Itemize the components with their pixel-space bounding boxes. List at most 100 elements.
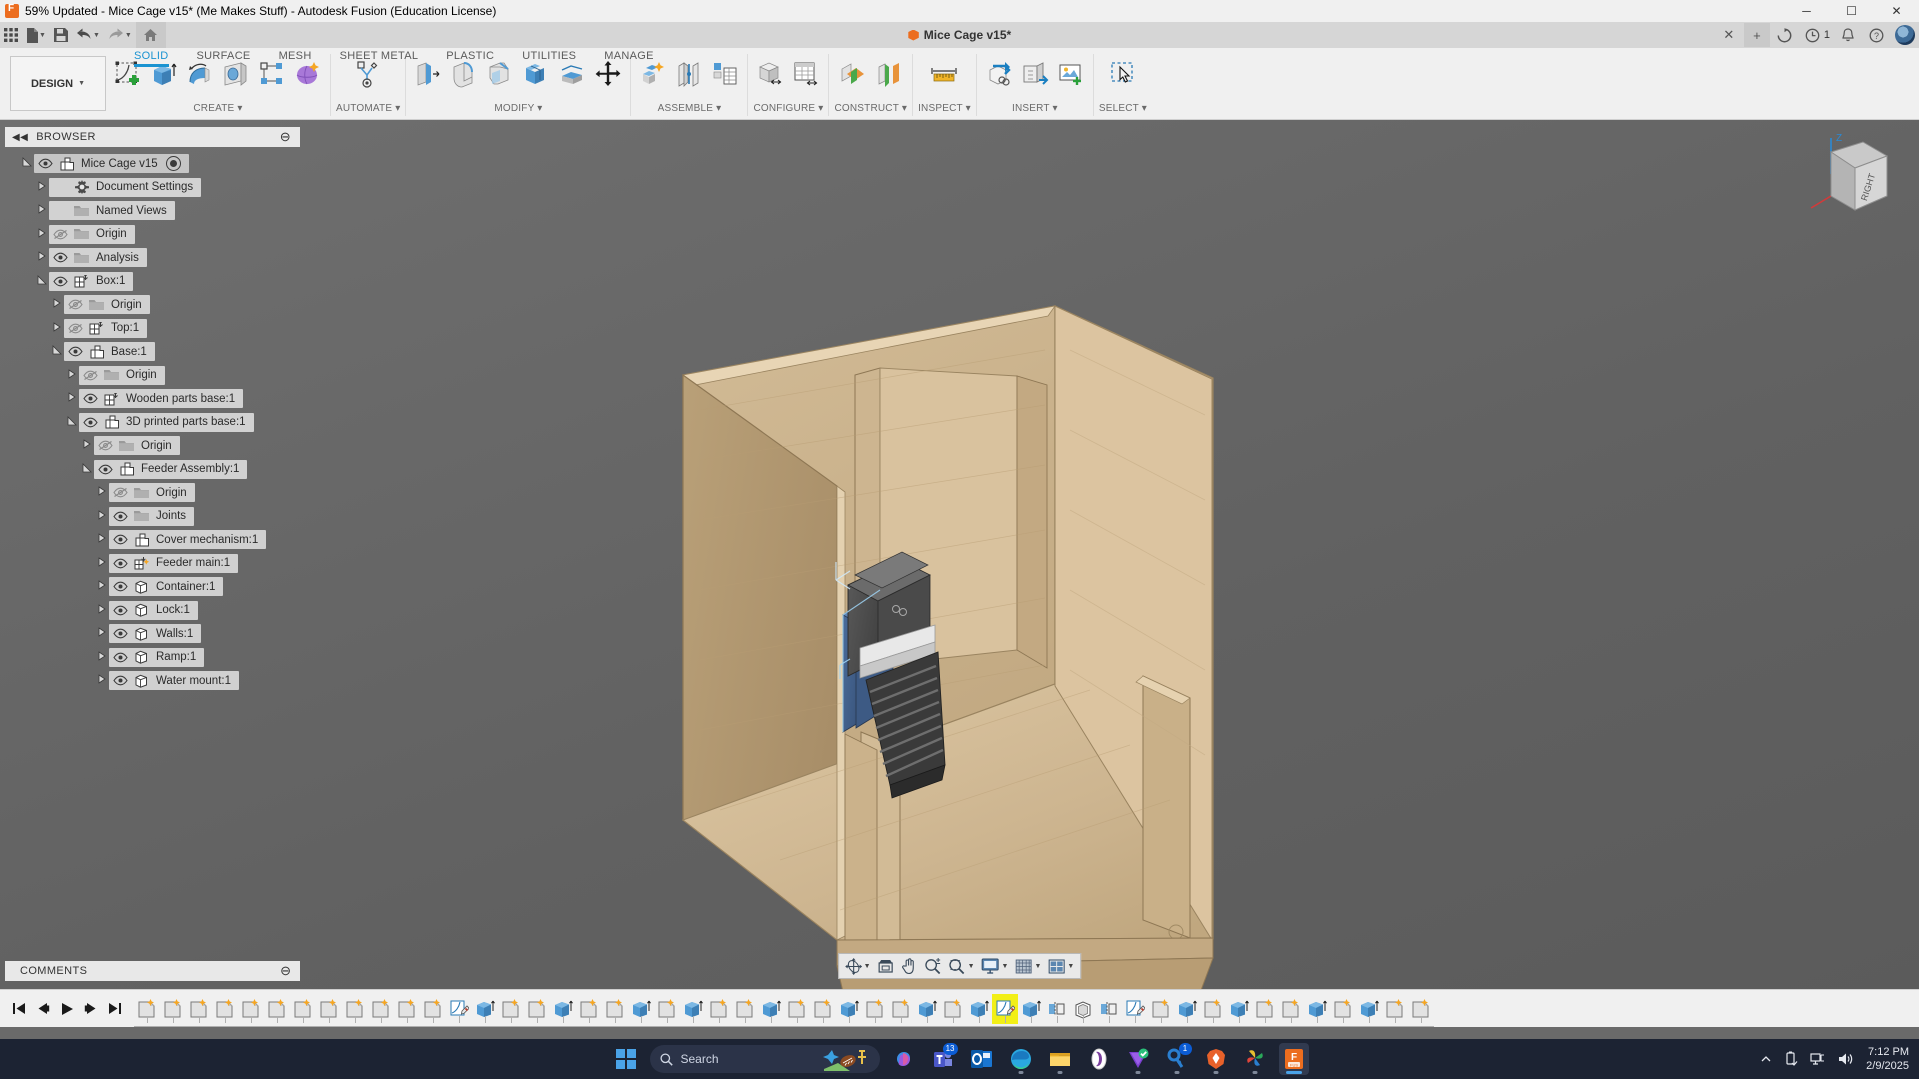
tree-item[interactable]: Lock:1 <box>109 600 198 620</box>
tree-row[interactable]: Lock:1 <box>0 599 310 623</box>
timeline-feature[interactable] <box>134 994 160 1024</box>
orbit-caret[interactable]: ▼ <box>864 963 871 970</box>
timeline-feature[interactable] <box>1044 994 1070 1024</box>
tree-row[interactable]: Top:1 <box>0 317 310 341</box>
timeline-feature[interactable] <box>1096 994 1122 1024</box>
display-caret[interactable]: ▼ <box>1002 963 1009 970</box>
tree-item[interactable]: Wooden parts base:1 <box>79 389 244 409</box>
panel-label-assemble[interactable]: ASSEMBLE ▾ <box>658 103 722 116</box>
tree-item[interactable]: Container:1 <box>109 577 224 597</box>
select-icon[interactable] <box>1106 54 1140 94</box>
eye-hidden-icon[interactable] <box>64 323 86 334</box>
timeline-feature[interactable] <box>1148 994 1174 1024</box>
expand-arrow-icon[interactable] <box>35 204 49 217</box>
timeline-feature[interactable] <box>1382 994 1408 1024</box>
offset-plane-icon[interactable] <box>836 54 870 94</box>
tree-item[interactable]: Named Views <box>49 201 175 221</box>
expand-arrow-icon[interactable] <box>95 580 109 593</box>
tree-item[interactable]: Cover mechanism:1 <box>109 530 267 550</box>
play-button[interactable] <box>58 999 76 1019</box>
timeline-feature[interactable] <box>1330 994 1356 1024</box>
timeline-track[interactable] <box>134 990 1434 1028</box>
plane-at-angle-icon[interactable] <box>872 54 906 94</box>
step-forward-button[interactable] <box>82 999 100 1019</box>
timeline-feature[interactable] <box>1356 994 1382 1024</box>
expand-arrow-icon[interactable] <box>50 298 64 311</box>
clock[interactable]: 7:12 PM 2/9/2025 <box>1866 1045 1909 1073</box>
eye-hidden-icon[interactable] <box>79 370 101 381</box>
tree-row[interactable]: Origin <box>0 293 310 317</box>
expand-arrow-icon[interactable] <box>95 627 109 640</box>
timeline-feature[interactable] <box>810 994 836 1024</box>
expand-arrow-icon[interactable] <box>50 322 64 335</box>
timeline-feature[interactable] <box>316 994 342 1024</box>
ribbon-tab-mesh[interactable]: MESH <box>265 48 326 66</box>
tree-row[interactable]: Feeder main:1 <box>0 552 310 576</box>
timeline-feature[interactable] <box>498 994 524 1024</box>
timeline-feature[interactable] <box>420 994 446 1024</box>
tree-item[interactable]: Document Settings <box>49 177 202 197</box>
redo-caret[interactable]: ▼ <box>125 32 132 39</box>
timeline-feature[interactable] <box>1304 994 1330 1024</box>
timeline-feature[interactable] <box>342 994 368 1024</box>
panel-label-create[interactable]: CREATE ▾ <box>193 103 242 116</box>
browser-collapse-icon[interactable]: ◀◀ <box>12 132 28 143</box>
maximize-button[interactable]: ☐ <box>1829 0 1874 22</box>
timeline-feature[interactable] <box>888 994 914 1024</box>
expand-arrow-icon[interactable] <box>95 651 109 664</box>
undo-icon[interactable]: ▼ <box>72 22 104 48</box>
collapse-arrow-icon[interactable] <box>65 415 79 429</box>
home-icon[interactable] <box>135 22 166 48</box>
show-hidden-icons[interactable] <box>1760 1053 1772 1065</box>
tree-item[interactable]: Origin <box>94 436 180 456</box>
tree-row[interactable]: 3D printed parts base:1 <box>0 411 310 435</box>
timeline-feature[interactable] <box>1408 994 1434 1024</box>
expand-arrow-icon[interactable] <box>35 181 49 194</box>
eye-visible-icon[interactable] <box>109 605 131 616</box>
network-icon[interactable] <box>1810 1052 1826 1066</box>
view-cube[interactable]: Z RIGHT <box>1789 130 1899 240</box>
timeline-feature[interactable] <box>1174 994 1200 1024</box>
grid-snaps-icon[interactable]: ▼ <box>1012 955 1044 977</box>
key-icon[interactable]: 1 <box>1162 1043 1192 1075</box>
fusion-icon[interactable]: F FUS <box>1278 1043 1309 1075</box>
refresh-icon[interactable] <box>1772 23 1798 47</box>
go-to-end-button[interactable] <box>106 999 124 1019</box>
tree-row[interactable]: Mice Cage v15 <box>0 152 310 176</box>
vector-icon[interactable] <box>1123 1043 1153 1075</box>
panel-label-construct[interactable]: CONSTRUCT ▾ <box>834 103 907 116</box>
eye-visible-icon[interactable] <box>109 652 131 663</box>
tree-item[interactable]: Walls:1 <box>109 624 202 644</box>
expand-arrow-icon[interactable] <box>80 439 94 452</box>
timeline-feature[interactable] <box>680 994 706 1024</box>
timeline-feature[interactable] <box>654 994 680 1024</box>
timeline-feature[interactable] <box>1278 994 1304 1024</box>
tree-row[interactable]: Joints <box>0 505 310 529</box>
timeline-feature[interactable] <box>394 994 420 1024</box>
eye-visible-icon[interactable] <box>109 534 131 545</box>
display-settings-icon[interactable]: ▼ <box>979 955 1012 977</box>
tree-item[interactable]: Origin <box>49 224 135 244</box>
timeline-feature[interactable] <box>914 994 940 1024</box>
usb-icon[interactable] <box>1784 1051 1798 1067</box>
timeline-feature[interactable] <box>446 994 472 1024</box>
pan-icon[interactable] <box>899 955 921 977</box>
panel-label-select[interactable]: SELECT ▾ <box>1099 103 1147 116</box>
timeline-feature[interactable] <box>732 994 758 1024</box>
expand-arrow-icon[interactable] <box>65 392 79 405</box>
ribbon-tab-manage[interactable]: MANAGE <box>590 48 667 66</box>
teams-icon[interactable]: 13 <box>928 1043 958 1075</box>
viewports-caret[interactable]: ▼ <box>1067 963 1074 970</box>
eye-visible-icon[interactable] <box>64 346 86 357</box>
timeline-feature[interactable] <box>602 994 628 1024</box>
grid-caret[interactable]: ▼ <box>1034 963 1041 970</box>
tree-row[interactable]: Named Views <box>0 199 310 223</box>
expand-arrow-icon[interactable] <box>95 604 109 617</box>
windows-start-icon[interactable] <box>611 1044 641 1074</box>
timeline-feature[interactable] <box>758 994 784 1024</box>
tree-item[interactable]: Water mount:1 <box>109 671 239 691</box>
expand-arrow-icon[interactable] <box>95 674 109 687</box>
user-avatar[interactable] <box>1895 25 1915 45</box>
panel-label-inspect[interactable]: INSPECT ▾ <box>918 103 971 116</box>
expand-arrow-icon[interactable] <box>35 228 49 241</box>
